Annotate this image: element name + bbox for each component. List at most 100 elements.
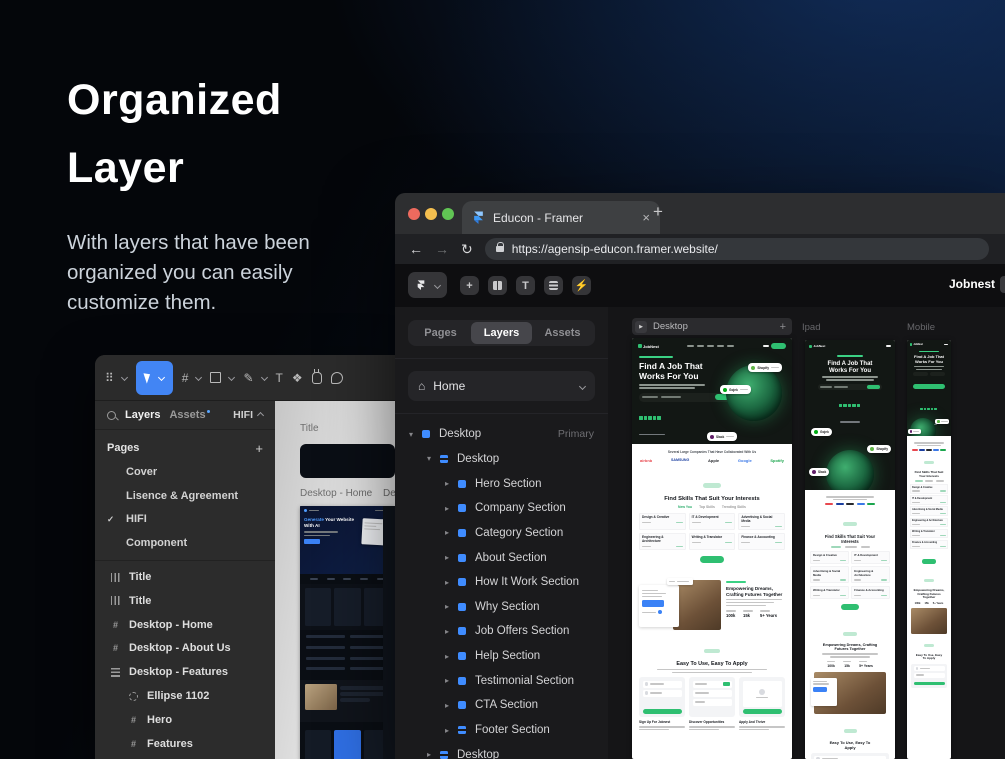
framer-layer-row[interactable]: Job Offers Section xyxy=(395,619,608,644)
hand-tool-button[interactable] xyxy=(311,368,322,384)
reload-button[interactable]: ↻ xyxy=(461,242,473,256)
move-tool-button[interactable] xyxy=(135,360,173,395)
disclosure-arrow-icon[interactable] xyxy=(445,553,457,562)
figma-layer-item[interactable]: Desktop - Home xyxy=(95,613,275,637)
figma-layer-item[interactable]: Features xyxy=(95,732,275,756)
framer-layer-row[interactable]: Why Section xyxy=(395,594,608,619)
figma-layer-item[interactable]: Title xyxy=(95,589,275,613)
play-icon[interactable]: ▶ xyxy=(635,320,647,333)
disclosure-arrow-icon[interactable] xyxy=(427,454,439,463)
brand-logo: Spotify xyxy=(770,457,784,463)
add-breakpoint-button[interactable]: + xyxy=(780,321,786,333)
disclosure-arrow-icon[interactable] xyxy=(427,750,439,759)
stat-value: 15k xyxy=(924,602,929,606)
new-tab-button[interactable]: + xyxy=(653,202,663,222)
figma-page-item[interactable]: Lisence & Agreement xyxy=(95,484,275,508)
disclosure-arrow-icon[interactable] xyxy=(445,627,457,636)
disclosure-arrow-icon[interactable] xyxy=(445,676,457,685)
preview-desktop[interactable]: JobNest Find A Job That Works For You Sh… xyxy=(632,338,792,759)
framer-layer-row[interactable]: Desktop Primary xyxy=(395,422,608,447)
figma-layer-item[interactable]: Desktop - About Us xyxy=(95,637,275,661)
framer-layer-row[interactable]: Category Section xyxy=(395,521,608,546)
framer-layer-row[interactable]: Footer Section xyxy=(395,718,608,743)
breakpoint-label-mobile[interactable]: Mobile xyxy=(907,322,935,333)
breakpoint-bar-desktop[interactable]: ▶ Desktop + xyxy=(632,318,792,335)
figma-page-item[interactable]: ✓ HIFI xyxy=(95,508,275,532)
title-frame[interactable] xyxy=(300,444,395,478)
panel-tab[interactable]: Pages xyxy=(410,322,471,344)
figma-page-dropdown[interactable]: HIFI xyxy=(233,409,265,421)
close-tab-icon[interactable]: × xyxy=(642,210,650,225)
figma-tab-assets[interactable]: Assets xyxy=(169,409,211,421)
preview-ipad[interactable]: JobNest Find A Job That Works For You Go… xyxy=(805,340,895,759)
site-hero-title: Find A Job That Works For You xyxy=(639,361,703,382)
figma-page-item[interactable]: Cover xyxy=(95,460,275,484)
framer-layer-row[interactable]: Help Section xyxy=(395,644,608,669)
step-title: Discover Opportunities xyxy=(689,720,725,724)
disclosure-arrow-icon[interactable] xyxy=(445,726,457,735)
figma-layer-item[interactable]: Footer xyxy=(95,756,275,759)
disclosure-arrow-icon[interactable] xyxy=(445,578,457,587)
figma-layer-item[interactable]: Title xyxy=(95,565,275,589)
framer-layer-row[interactable]: How It Work Section xyxy=(395,570,608,595)
framer-layer-row[interactable]: Company Section xyxy=(395,496,608,521)
framer-layer-row[interactable]: About Section xyxy=(395,545,608,570)
figma-layer-item[interactable]: Desktop - Features xyxy=(95,660,275,684)
main-menu-icon[interactable]: ⠿ xyxy=(105,371,128,385)
text-button[interactable]: T xyxy=(516,276,535,295)
frame-label-desktop-home[interactable]: Desktop - Home xyxy=(300,488,372,499)
disclosure-arrow-icon[interactable] xyxy=(445,701,457,710)
figma-canvas[interactable]: Title Desktop - Home Generate Your Websi… xyxy=(275,401,398,759)
text-tool-button[interactable]: T xyxy=(276,371,283,385)
layout-button[interactable] xyxy=(488,276,507,295)
disclosure-arrow-icon[interactable] xyxy=(445,652,457,661)
page-selector[interactable]: ⌂ Home xyxy=(408,371,595,401)
panel-tab[interactable]: Assets xyxy=(532,322,593,344)
figma-tab-layers[interactable]: Layers xyxy=(125,409,160,421)
close-window-button[interactable] xyxy=(408,208,420,220)
frame-tool-button[interactable]: # xyxy=(182,371,203,385)
comment-tool-button[interactable] xyxy=(330,371,343,384)
step-titles: Sign Up For Jobnest Discover Opportuniti… xyxy=(639,720,785,731)
preview-mobile[interactable]: JobNest Find A Job That Works For You Fi… xyxy=(907,340,951,759)
address-bar[interactable]: https://agensip-educon.framer.website/ xyxy=(484,238,989,260)
disclosure-arrow-icon[interactable] xyxy=(445,504,457,513)
framer-menu-button[interactable] xyxy=(408,272,447,298)
brand-logo xyxy=(926,449,932,451)
figma-layer-item[interactable]: Ellipse 1102 xyxy=(95,684,275,708)
back-button[interactable]: ← xyxy=(409,242,423,256)
framer-canvas[interactable]: ▶ Desktop + Ipad Mobile JobNest Find A J… xyxy=(608,307,1005,759)
framer-layer-row[interactable]: Desktop xyxy=(395,447,608,472)
forward-button[interactable]: → xyxy=(435,242,449,256)
cms-button[interactable] xyxy=(544,276,563,295)
disclosure-arrow-icon[interactable] xyxy=(445,602,457,611)
framer-layer-row[interactable]: Hero Section xyxy=(395,471,608,496)
framer-layer-row[interactable]: Testimonial Section xyxy=(395,668,608,693)
actions-button[interactable]: ⚡ xyxy=(572,276,591,295)
pen-tool-button[interactable]: ✎ xyxy=(243,371,268,385)
disclosure-arrow-icon[interactable] xyxy=(445,528,457,537)
skill-title: Design & Creative xyxy=(642,515,670,519)
figma-page-item[interactable]: Component xyxy=(95,531,275,555)
browser-tab[interactable]: Educon - Framer × xyxy=(462,201,660,234)
add-page-button[interactable]: + xyxy=(255,441,263,456)
shape-tool-button[interactable] xyxy=(210,372,236,383)
minimize-window-button[interactable] xyxy=(425,208,437,220)
insert-button[interactable]: + xyxy=(460,276,479,295)
disclosure-arrow-icon[interactable] xyxy=(445,479,457,488)
desktop-home-thumbnail[interactable]: Generate Your Website With AI xyxy=(300,506,395,759)
component-tool-button[interactable]: ❖ xyxy=(292,371,303,385)
framer-layer-row[interactable]: CTA Section xyxy=(395,693,608,718)
frame-label-title[interactable]: Title xyxy=(300,423,319,434)
comment-icon xyxy=(330,371,343,384)
framer-layer-row[interactable]: Desktop xyxy=(395,742,608,759)
account-name[interactable]: Jobnest F xyxy=(949,276,1005,293)
skills-title: Find Skills That Suit Your Interests xyxy=(824,533,876,544)
zoom-window-button[interactable] xyxy=(442,208,454,220)
breakpoint-label-ipad[interactable]: Ipad xyxy=(802,322,821,333)
figma-layer-item[interactable]: Hero xyxy=(95,708,275,732)
search-icon[interactable] xyxy=(107,410,116,420)
disclosure-arrow-icon[interactable] xyxy=(409,430,421,439)
panel-tab[interactable]: Layers xyxy=(471,322,532,344)
skill-card: Writing & Translator xyxy=(910,528,948,539)
